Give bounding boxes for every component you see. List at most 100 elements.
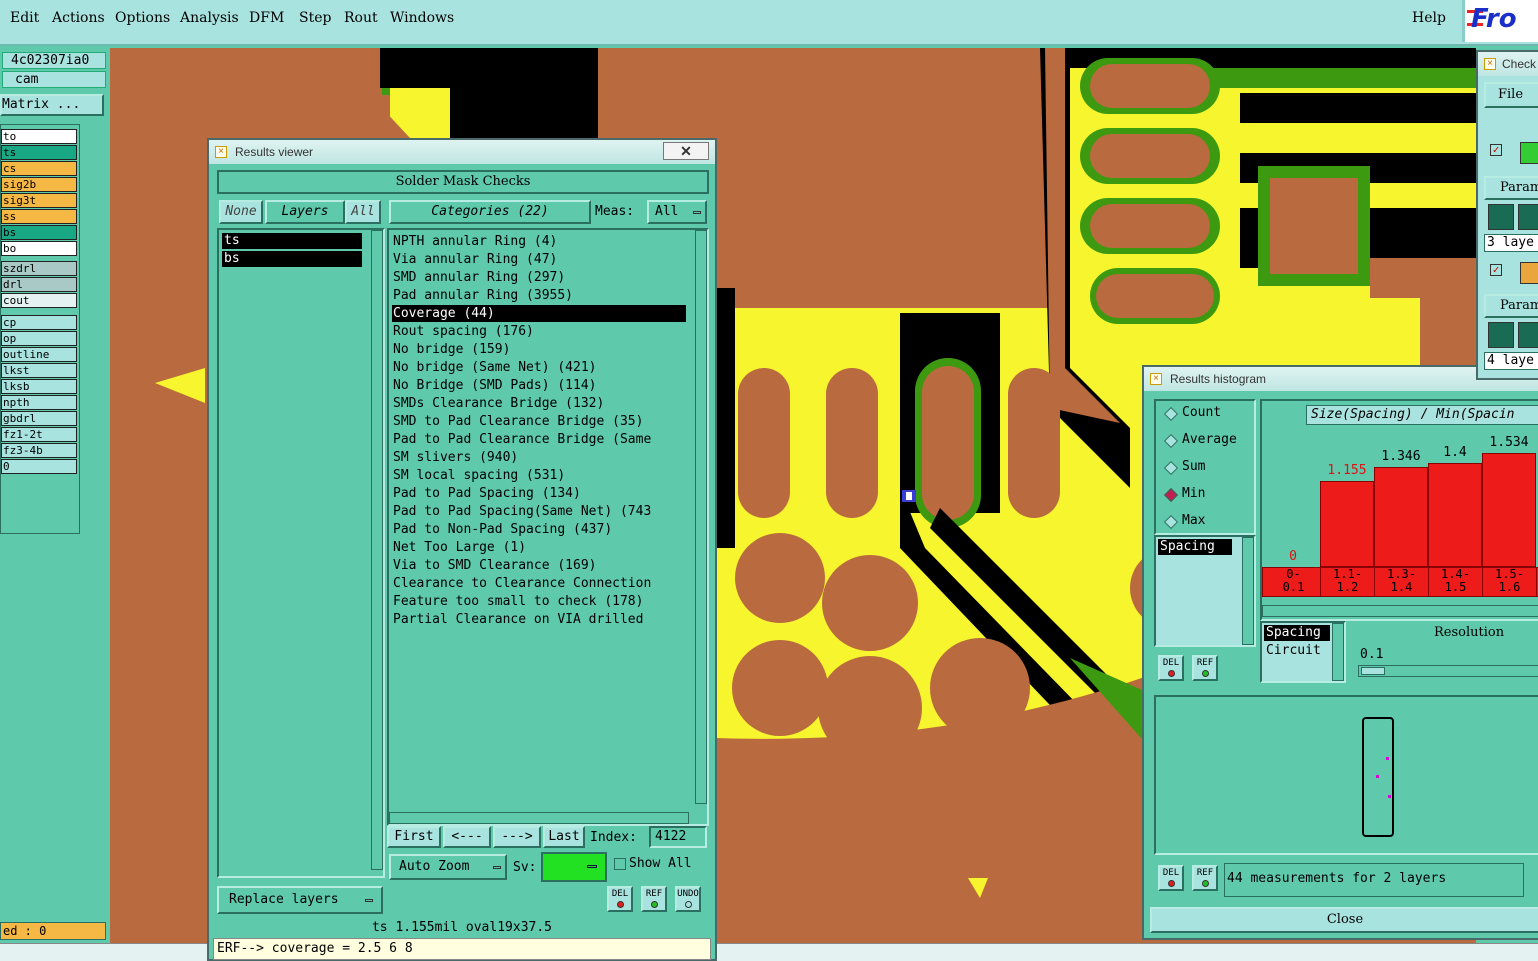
layer-row[interactable]: fz1-2t [1, 427, 77, 442]
bin-label[interactable]: 1.3- 1.4 [1375, 568, 1429, 596]
category-item[interactable]: Via annular Ring (47) [392, 251, 686, 268]
run-icon[interactable] [1518, 204, 1538, 230]
lower-scrollbar[interactable] [1332, 623, 1344, 681]
layer-row[interactable]: sig3t [1, 193, 77, 208]
layer-row[interactable]: lkst [1, 363, 77, 378]
categories-list[interactable]: NPTH annular Ring (4) Via annular Ring (4… [387, 228, 709, 826]
histogram-bar[interactable] [1482, 453, 1536, 567]
category-item[interactable]: Partial Clearance on VIA drilled [392, 611, 686, 628]
category-item[interactable]: No Bridge (SMD Pads) (114) [392, 377, 686, 394]
category-item[interactable]: Via to SMD Clearance (169) [392, 557, 686, 574]
menu-edit[interactable]: Edit [10, 10, 39, 26]
category-item[interactable]: SMDs Clearance Bridge (132) [392, 395, 686, 412]
next-button[interactable]: ---> [493, 826, 541, 848]
layer-row[interactable]: sig2b [1, 177, 77, 192]
layer-row[interactable]: fz3-4b [1, 443, 77, 458]
category-item[interactable]: Pad to Non-Pad Spacing (437) [392, 521, 686, 538]
measure-list[interactable]: Spacing [1154, 535, 1256, 647]
resolution-slider[interactable] [1358, 665, 1538, 677]
menu-options[interactable]: Options [115, 10, 170, 26]
last-button[interactable]: Last [543, 826, 585, 848]
meas-select[interactable]: All [647, 200, 707, 224]
radio-max[interactable]: Max [1164, 511, 1205, 531]
layer-row[interactable]: ts [1, 145, 77, 160]
check-action-icon[interactable] [1520, 262, 1538, 284]
category-item[interactable]: SM slivers (940) [392, 449, 686, 466]
preview-del-button[interactable]: DEL [1158, 865, 1184, 891]
layer-row[interactable]: bs [1, 225, 77, 240]
results-viewer-titlebar[interactable]: × Results viewer ✕ [209, 140, 715, 164]
layer-row[interactable]: drl [1, 277, 77, 292]
chart-bin-axis[interactable]: 0- 0.1 1.1- 1.2 1.3- 1.4 1.4- 1.5 1.5- 1.6 [1262, 567, 1538, 597]
replace-layers-button[interactable]: Replace layers [217, 886, 383, 914]
layer-row[interactable]: gbdrl [1, 411, 77, 426]
categories-hscrollbar[interactable] [389, 812, 689, 824]
prev-button[interactable]: <--- [443, 826, 491, 848]
close-button[interactable]: ✕ [663, 142, 709, 160]
category-item[interactable]: Clearance to Clearance Connection [392, 575, 686, 592]
layers-button[interactable]: Layers [265, 200, 345, 224]
category-item[interactable]: Coverage (44) [392, 305, 686, 322]
first-button[interactable]: First [387, 826, 441, 848]
histogram-bar[interactable] [1374, 467, 1428, 567]
run-icon[interactable] [1518, 322, 1538, 348]
layer-row[interactable]: cs [1, 161, 77, 176]
check-action-icon[interactable] [1520, 142, 1538, 164]
bin-label[interactable]: 0- 0.1 [1267, 568, 1321, 596]
none-button[interactable]: None [219, 200, 263, 224]
menu-dfm[interactable]: DFM [249, 10, 284, 26]
category-item[interactable]: No bridge (159) [392, 341, 686, 358]
step-name[interactable]: cam [2, 71, 106, 88]
category-item[interactable]: No bridge (Same Net) (421) [392, 359, 686, 376]
category-item[interactable]: SMD to Pad Clearance Bridge (35) [392, 413, 686, 430]
param-button[interactable]: Param [1484, 294, 1538, 318]
category-item[interactable]: Rout spacing (176) [392, 323, 686, 340]
check-titlebar[interactable]: × Check [1478, 52, 1538, 76]
preview-ref-button[interactable]: REF [1192, 865, 1218, 891]
all-button[interactable]: All [345, 200, 381, 224]
run-icon[interactable] [1488, 204, 1514, 230]
layer-row[interactable]: npth [1, 395, 77, 410]
auto-zoom-button[interactable]: Auto Zoom [389, 854, 507, 880]
category-item[interactable]: Pad annular Ring (3955) [392, 287, 686, 304]
bin-label[interactable]: 1.4- 1.5 [1429, 568, 1483, 596]
layer-row[interactable]: 0 [1, 459, 77, 474]
del-button[interactable]: DEL [607, 886, 633, 912]
layer-row[interactable]: cout [1, 293, 77, 308]
menu-step[interactable]: Step [299, 10, 331, 26]
category-item[interactable]: SM local spacing (531) [392, 467, 686, 484]
run-icon[interactable] [1488, 322, 1514, 348]
layers-scrollbar[interactable] [371, 230, 383, 870]
bin-label[interactable]: 1.1- 1.2 [1321, 568, 1375, 596]
radio-sum[interactable]: Sum [1164, 457, 1205, 477]
radio-average[interactable]: Average [1164, 430, 1237, 450]
histogram-bar[interactable] [1428, 463, 1482, 567]
check-checkbox[interactable]: ✓ [1490, 264, 1502, 276]
layers-list[interactable]: ts bs [217, 228, 385, 878]
layer-row[interactable]: lksb [1, 379, 77, 394]
param-button[interactable]: Param [1484, 176, 1538, 200]
category-item[interactable]: Pad to Pad Spacing (134) [392, 485, 686, 502]
sv-color-select[interactable] [541, 852, 607, 882]
radio-count[interactable]: Count [1164, 403, 1221, 423]
job-name[interactable]: 4c02307ia0 [2, 52, 106, 69]
categories-scrollbar[interactable] [695, 230, 707, 804]
radio-min[interactable]: Min [1164, 484, 1205, 504]
category-item[interactable]: Net Too Large (1) [392, 539, 686, 556]
layer-row[interactable]: to [1, 129, 77, 144]
lower-item-circuit[interactable]: Circuit [1266, 643, 1321, 659]
category-item[interactable]: Pad to Pad Clearance Bridge (Same [392, 431, 686, 448]
layer-row[interactable]: outline [1, 347, 77, 362]
measure-scrollbar[interactable] [1242, 537, 1254, 645]
lower-list[interactable]: Spacing Circuit [1260, 621, 1346, 683]
matrix-button[interactable]: Matrix ... [0, 94, 104, 116]
layer-row[interactable]: bo [1, 241, 77, 256]
layer-row[interactable]: op [1, 331, 77, 346]
ref-button[interactable]: REF [641, 886, 667, 912]
menu-rout[interactable]: Rout [344, 10, 378, 26]
layer-item-ts[interactable]: ts [222, 233, 362, 249]
histogram-bar[interactable] [1320, 481, 1374, 567]
layer-row[interactable]: ss [1, 209, 77, 224]
layer-row[interactable]: cp [1, 315, 77, 330]
show-all-checkbox[interactable] [614, 858, 626, 870]
